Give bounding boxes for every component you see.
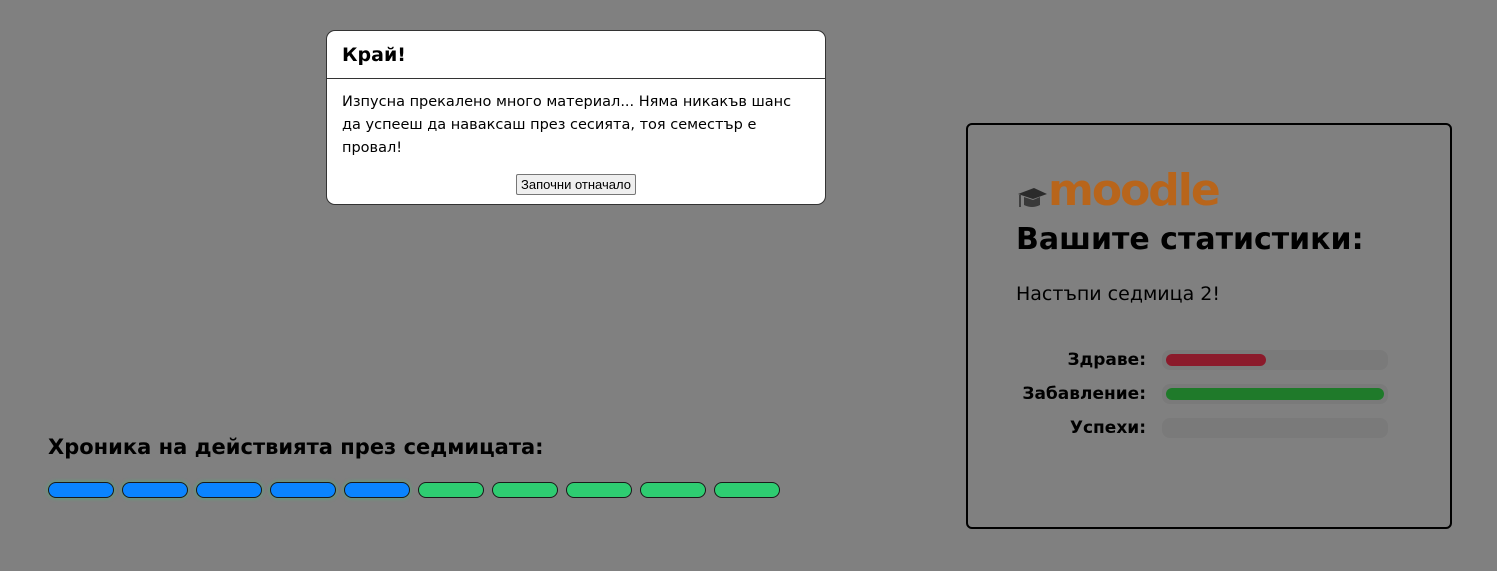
moodle-logo: moodle bbox=[1016, 165, 1221, 216]
meter-label: Забавление: bbox=[1022, 384, 1146, 404]
dialog-header: Край! bbox=[327, 31, 825, 79]
dialog-body: Изпусна прекалено много материал... Няма… bbox=[327, 79, 825, 197]
stats-meters: Здраве: Забавление: Успехи: bbox=[968, 349, 1450, 451]
timeline-item bbox=[122, 482, 188, 498]
timeline-item bbox=[640, 482, 706, 498]
timeline-item bbox=[48, 482, 114, 498]
timeline-item bbox=[344, 482, 410, 498]
timeline-title: Хроника на действията през седмицата: bbox=[48, 435, 544, 459]
week-timeline: Хроника на действията през седмицата: bbox=[48, 433, 780, 498]
meter-track bbox=[1162, 384, 1388, 404]
week-status: Настъпи седмица 2! bbox=[1016, 283, 1220, 305]
dialog-message: Изпусна прекалено много материал... Няма… bbox=[342, 94, 792, 156]
dialog-title: Край! bbox=[342, 44, 406, 66]
timeline-item bbox=[566, 482, 632, 498]
timeline-item bbox=[196, 482, 262, 498]
timeline-item bbox=[270, 482, 336, 498]
timeline-item bbox=[418, 482, 484, 498]
meter-health: Здраве: bbox=[968, 349, 1450, 383]
timeline-item bbox=[714, 482, 780, 498]
meter-label: Успехи: bbox=[1069, 418, 1146, 438]
meter-track bbox=[1162, 350, 1388, 370]
stats-panel: moodle Вашите статистики: Настъпи седмиц… bbox=[966, 123, 1452, 529]
meter-success: Успехи: bbox=[968, 417, 1450, 451]
meter-fill bbox=[1166, 388, 1384, 400]
timeline-bar bbox=[48, 482, 780, 498]
meter-fill bbox=[1166, 354, 1266, 366]
graduation-cap-icon bbox=[1018, 188, 1047, 207]
restart-button[interactable]: Започни отначало bbox=[516, 174, 636, 195]
meter-label: Здраве: bbox=[1067, 350, 1146, 370]
moodle-logo-text: moodle bbox=[1048, 165, 1221, 216]
meter-fun: Забавление: bbox=[968, 383, 1450, 417]
game-over-dialog: Край! Изпусна прекалено много материал..… bbox=[326, 30, 826, 205]
meter-track bbox=[1162, 418, 1388, 438]
timeline-item bbox=[492, 482, 558, 498]
dialog-footer: Започни отначало bbox=[342, 174, 810, 197]
stats-title: Вашите статистики: bbox=[1016, 222, 1364, 257]
